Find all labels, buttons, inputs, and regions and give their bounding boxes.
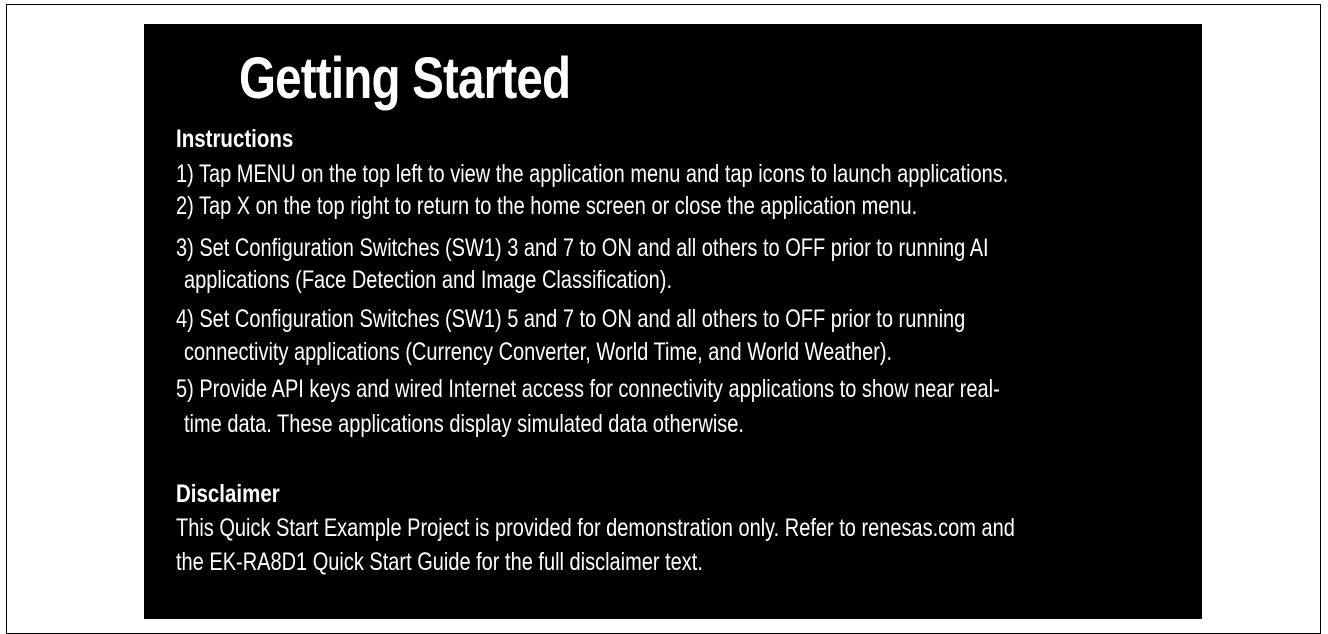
disclaimer-line-1: This Quick Start Example Project is prov… <box>176 514 1015 542</box>
page-frame: Getting Started Instructions 1) Tap MENU… <box>6 4 1321 634</box>
instruction-line-4-continued: connectivity applications (Currency Conv… <box>184 338 893 366</box>
disclaimer-line-2: the EK-RA8D1 Quick Start Guide for the f… <box>176 548 703 576</box>
instruction-line-3: 3) Set Configuration Switches (SW1) 3 an… <box>176 234 989 262</box>
instructions-heading: Instructions <box>176 125 294 153</box>
instruction-line-2: 2) Tap X on the top right to return to t… <box>176 192 918 220</box>
instruction-line-5-continued: time data. These applications display si… <box>184 410 744 438</box>
instruction-line-3-continued: applications (Face Detection and Image C… <box>184 266 673 294</box>
instruction-line-5: 5) Provide API keys and wired Internet a… <box>176 375 1000 403</box>
disclaimer-heading: Disclaimer <box>176 480 280 508</box>
getting-started-screen: Getting Started Instructions 1) Tap MENU… <box>144 24 1202 619</box>
instruction-line-4: 4) Set Configuration Switches (SW1) 5 an… <box>176 305 966 333</box>
instruction-line-1: 1) Tap MENU on the top left to view the … <box>176 160 1009 188</box>
page-title: Getting Started <box>239 46 571 111</box>
